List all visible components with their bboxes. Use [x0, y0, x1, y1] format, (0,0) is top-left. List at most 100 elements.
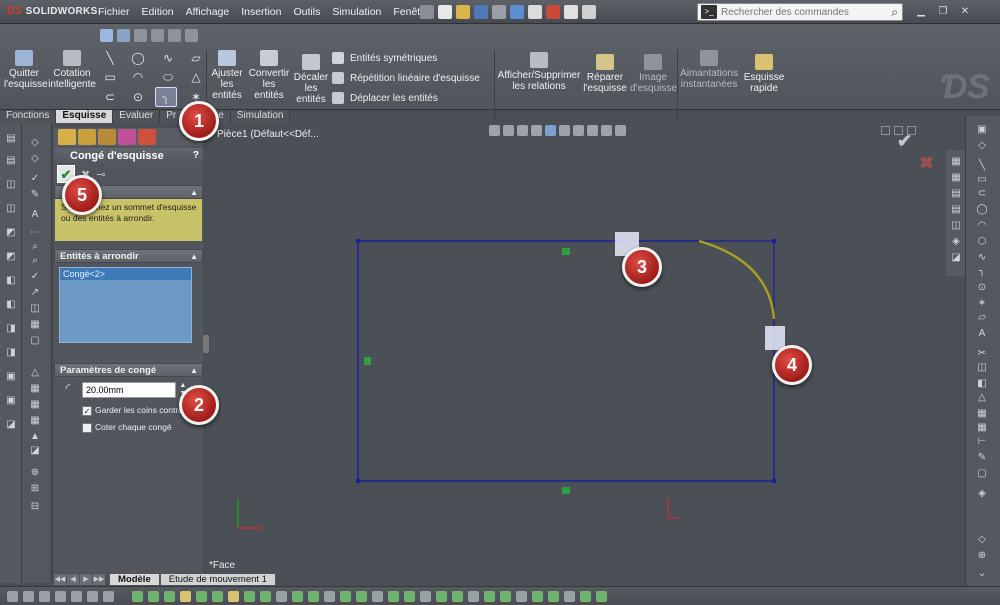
- line-tool-icon[interactable]: ╲: [975, 160, 989, 172]
- plane-tool-icon[interactable]: ▱: [975, 312, 989, 324]
- bottom-tool-icon[interactable]: [420, 590, 431, 602]
- bottom-tool-icon[interactable]: [324, 590, 335, 602]
- rapid-sketch-button[interactable]: Esquisse rapide: [740, 54, 788, 94]
- trim-tool-icon[interactable]: ✂: [975, 348, 989, 360]
- sketch-tool-icon[interactable]: ◇: [28, 153, 42, 165]
- sketch-tool-icon[interactable]: ▦: [28, 319, 42, 331]
- toolbar-tool-icon[interactable]: ◧: [4, 275, 18, 287]
- sketch-vertex[interactable]: [772, 239, 776, 243]
- sketch-vertex[interactable]: [356, 239, 360, 243]
- search-input[interactable]: [721, 6, 871, 18]
- rebuild-icon[interactable]: [564, 5, 578, 19]
- text-tool-icon[interactable]: A: [975, 328, 989, 340]
- dimension-each-option[interactable]: Coter chaque congé: [82, 422, 203, 433]
- menu-outils[interactable]: Outils: [288, 0, 327, 24]
- circle-tool-icon[interactable]: ◯: [130, 51, 146, 65]
- tab-fonctions[interactable]: Fonctions: [0, 110, 57, 123]
- slot-tool-icon[interactable]: ⊂: [975, 188, 989, 200]
- bottom-tool-icon[interactable]: [564, 590, 575, 602]
- bottom-tool-icon[interactable]: [404, 590, 415, 602]
- entities-section-header[interactable]: Entités à arrondir ▲: [54, 249, 203, 263]
- select-arrow-icon[interactable]: [528, 5, 542, 19]
- params-section-header[interactable]: Paramètres de congé ▲: [54, 363, 203, 377]
- bottom-tool-icon[interactable]: [340, 590, 351, 602]
- sketch-icon[interactable]: ▣: [975, 124, 989, 136]
- relations-tool-icon[interactable]: ⊢: [975, 436, 989, 448]
- arc-tool-icon[interactable]: ◠: [975, 220, 989, 232]
- repair-tool-icon[interactable]: ✎: [975, 452, 989, 464]
- options-icon[interactable]: [582, 5, 596, 19]
- restore-icon[interactable]: ❐: [934, 4, 952, 19]
- new-document-icon[interactable]: [438, 5, 452, 19]
- open-folder-icon[interactable]: [456, 5, 470, 19]
- bottom-tool-icon[interactable]: [548, 590, 559, 602]
- bottom-tool-icon[interactable]: [70, 590, 82, 602]
- bottom-tool-icon[interactable]: [436, 590, 447, 602]
- bottom-tool-icon[interactable]: [484, 590, 495, 602]
- last-tab-icon[interactable]: ▶▶: [93, 574, 105, 585]
- quick-snaps-button[interactable]: Aimantations instantanées: [678, 50, 740, 90]
- view-orientation-icon[interactable]: [545, 125, 556, 136]
- bottom-tool-icon[interactable]: [6, 590, 18, 602]
- zoom-fit-icon[interactable]: [489, 125, 500, 136]
- toolbar-tool-icon[interactable]: ◩: [4, 227, 18, 239]
- picture-tool-icon[interactable]: ▢: [975, 468, 989, 480]
- convert-entities-button[interactable]: Convertir les entités: [247, 50, 291, 101]
- configuration-tab-icon[interactable]: [98, 129, 116, 145]
- bottom-tool-icon[interactable]: [596, 590, 607, 602]
- sub-tool-icon[interactable]: ◪: [949, 252, 963, 264]
- toolbar-tool-icon[interactable]: ◫: [4, 203, 18, 215]
- hide-show-icon[interactable]: [573, 125, 584, 136]
- sketch-small-icon[interactable]: [100, 28, 113, 42]
- dimxpert-tab-icon[interactable]: [118, 129, 136, 145]
- quit-sketch-button[interactable]: Quitter l'esquisse: [4, 50, 48, 90]
- horizontal-relation-icon[interactable]: [562, 248, 570, 255]
- toolbar-tool-icon[interactable]: ▤: [4, 133, 18, 145]
- chevron-down-icon[interactable]: ⌄: [975, 568, 989, 580]
- sketch-picture-button[interactable]: Image d'esquisse: [630, 54, 677, 94]
- bottom-tool-icon[interactable]: [580, 590, 591, 602]
- sub-tool-icon[interactable]: ▤: [949, 204, 963, 216]
- solidworks-logo[interactable]: ƊS SOLIDWORKS: [6, 5, 98, 17]
- menu-insertion[interactable]: Insertion: [235, 0, 287, 24]
- repair-sketch-button[interactable]: Réparer l'esquisse: [582, 54, 628, 94]
- sketch-tool-icon[interactable]: ⊟: [28, 501, 42, 513]
- sketch-tool-icon[interactable]: ▦: [28, 415, 42, 427]
- sub-tool-icon[interactable]: ▤: [949, 188, 963, 200]
- appearance-icon[interactable]: [587, 125, 598, 136]
- confirm-corner-ok-icon[interactable]: ✔: [897, 131, 912, 152]
- menu-edition[interactable]: Edition: [136, 0, 180, 24]
- toolbar-tool-icon[interactable]: ◫: [4, 179, 18, 191]
- bottom-tool-icon[interactable]: [356, 590, 367, 602]
- sigma-icon[interactable]: [168, 28, 181, 42]
- bottom-tool-icon[interactable]: [38, 590, 50, 602]
- list-item[interactable]: Congé<2>: [60, 268, 191, 280]
- bottom-tool-icon[interactable]: [212, 590, 223, 602]
- plane-tool-icon[interactable]: ▱: [188, 51, 204, 65]
- keep-corners-checkbox[interactable]: ✓: [82, 406, 92, 416]
- slot-tool-icon[interactable]: ⊂: [102, 90, 118, 104]
- next-tab-icon[interactable]: ▶: [80, 574, 92, 585]
- feature-tree-tab-icon[interactable]: [58, 129, 76, 145]
- sketch-tool-icon[interactable]: ⋯: [28, 227, 42, 239]
- help-icon[interactable]: ?: [193, 148, 199, 164]
- sub-tool-icon[interactable]: ▦: [949, 172, 963, 184]
- bottom-tool-icon[interactable]: [516, 590, 527, 602]
- convert-tool-icon[interactable]: ◫: [975, 362, 989, 374]
- sketch-tool-icon[interactable]: ◫: [28, 303, 42, 315]
- graphics-area[interactable]: Pièce1 (Défaut<<Déf... ✔ ✖ *Face: [209, 123, 963, 573]
- menu-simulation[interactable]: Simulation: [326, 0, 387, 24]
- bottom-tool-icon[interactable]: [452, 590, 463, 602]
- tab-simulation[interactable]: Simulation: [230, 110, 291, 123]
- pattern-tool-icon[interactable]: ▦: [975, 422, 989, 434]
- tab-modele[interactable]: Modèle: [109, 573, 160, 586]
- relations-button[interactable]: Afficher/Supprimer les relations: [496, 52, 582, 92]
- text-tool-icon[interactable]: A: [28, 209, 42, 221]
- arc-tool-icon[interactable]: ◠: [130, 70, 146, 84]
- sub-tool-icon[interactable]: ◈: [949, 236, 963, 248]
- display-style-icon[interactable]: [559, 125, 570, 136]
- linear-pattern-button[interactable]: Répétition linéaire d'esquisse: [332, 72, 480, 84]
- tab-evaluer[interactable]: Evaluer: [113, 110, 161, 123]
- bottom-tool-icon[interactable]: [148, 590, 159, 602]
- sketch-tool-icon[interactable]: ▲: [28, 431, 42, 443]
